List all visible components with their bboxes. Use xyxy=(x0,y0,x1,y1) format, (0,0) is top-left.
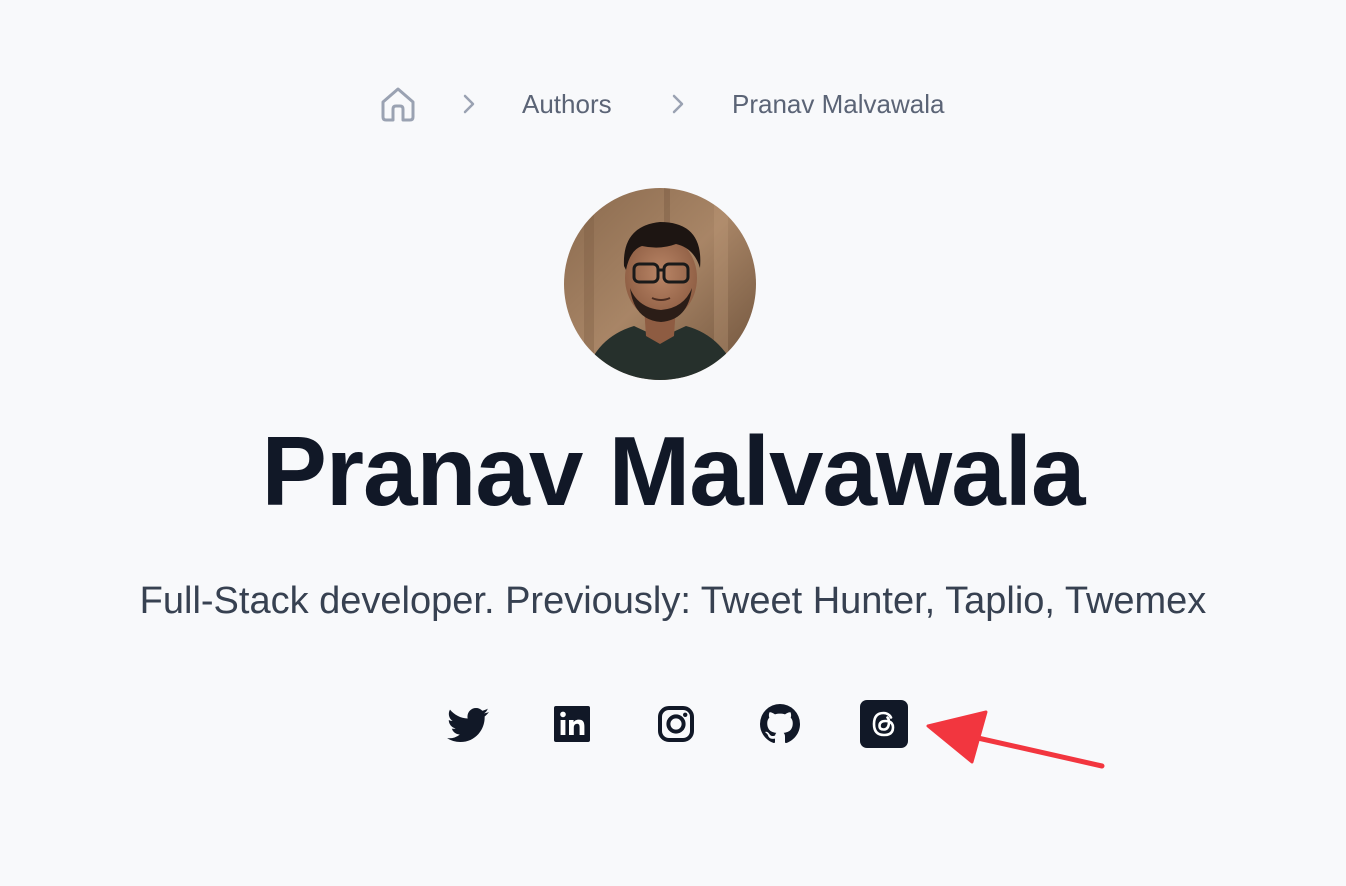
chevron-right-icon xyxy=(668,92,688,116)
author-bio: Full-Stack developer. Previously: Tweet … xyxy=(139,580,1207,622)
breadcrumb: Authors Pranav Malvawala xyxy=(0,80,1346,130)
twitter-icon[interactable] xyxy=(444,700,492,748)
threads-icon[interactable] xyxy=(860,700,908,748)
linkedin-icon[interactable] xyxy=(548,700,596,748)
home-icon[interactable] xyxy=(379,85,417,123)
chevron-right-icon xyxy=(459,92,479,116)
social-links xyxy=(0,700,1346,748)
author-name: Pranav Malvawala xyxy=(261,416,1086,526)
github-icon[interactable] xyxy=(756,700,804,748)
breadcrumb-item-current: Pranav Malvawala xyxy=(732,89,945,119)
red-arrow-icon xyxy=(926,710,1105,769)
instagram-icon[interactable] xyxy=(652,700,700,748)
breadcrumb-item-authors[interactable]: Authors xyxy=(522,88,612,120)
author-page: Authors Pranav Malvawala Pranav Malvawal… xyxy=(0,0,1346,886)
avatar xyxy=(564,188,756,380)
